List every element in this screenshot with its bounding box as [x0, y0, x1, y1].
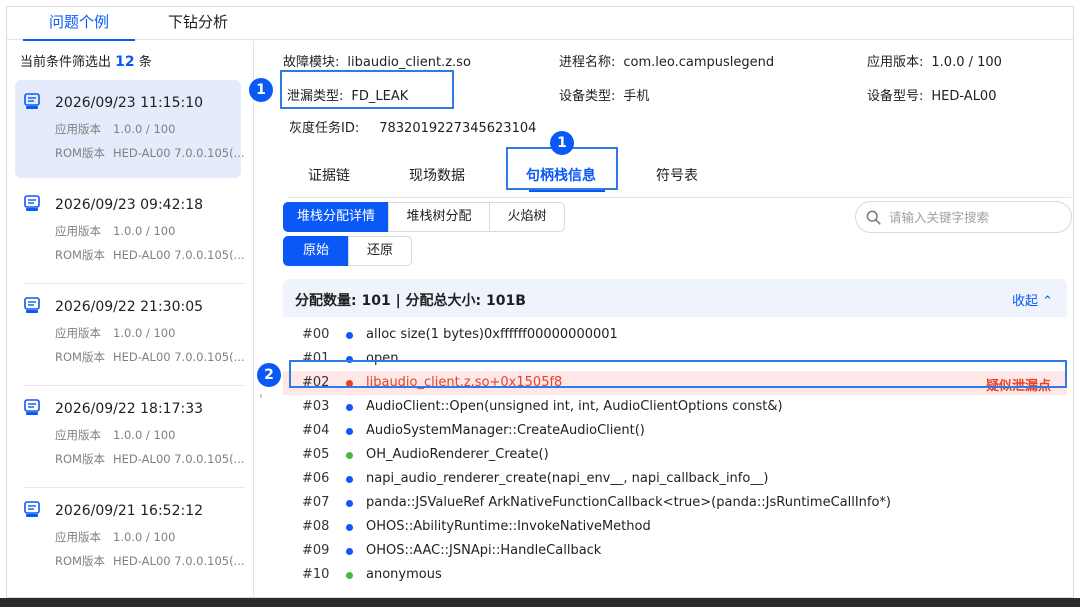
frame-dot-icon — [346, 524, 353, 531]
mode-original[interactable]: 原始 — [283, 236, 349, 266]
active-tab-underline — [529, 190, 605, 192]
filter-count: 12 — [115, 54, 135, 70]
frame-dot-icon — [346, 404, 353, 411]
item-rom-version: ROM版本 HED-AL00 7.0.0.105(... — [55, 452, 245, 466]
item-app-version: 应用版本 1.0.0 / 100 — [55, 122, 176, 136]
stack-frame-row[interactable]: #06 napi_audio_renderer_create(napi_env_… — [283, 467, 1067, 491]
fault-module: 故障模块: libaudio_client.z.so — [283, 55, 471, 70]
alloc-summary: 分配数量: 101 | 分配总大小: 101B — [295, 293, 526, 309]
filter-summary: 当前条件筛选出 12 条 — [20, 51, 152, 70]
stack-frame-row[interactable]: #00 alloc size(1 bytes)0xffffff000000000… — [283, 323, 1067, 347]
tab-issue-cases[interactable]: 问题个例 — [23, 7, 135, 41]
item-rom-version: ROM版本 HED-AL00 7.0.0.105(... — [55, 248, 245, 262]
stack-frame-row[interactable]: #08 OHOS::AbilityRuntime::InvokeNativeMe… — [283, 515, 1067, 539]
mode-restore[interactable]: 还原 — [348, 236, 412, 266]
item-date: 2026/09/21 16:52:12 — [55, 503, 204, 519]
top-tab-bar: 问题个例 下钻分析 — [7, 7, 1073, 41]
frame-dot-icon — [346, 428, 353, 435]
search-icon — [866, 210, 881, 225]
list-item[interactable]: 2026/09/22 21:30:05 应用版本 1.0.0 / 100 ROM版… — [15, 284, 245, 386]
item-date: 2026/09/22 21:30:05 — [55, 299, 204, 315]
section-tab-line — [287, 197, 1071, 198]
keyword-search[interactable] — [855, 201, 1072, 233]
stack-summary-header: 分配数量: 101 | 分配总大小: 101B 收起 ⌃ — [283, 279, 1067, 317]
list-item[interactable]: 2026/09/22 18:17:33 应用版本 1.0.0 / 100 ROM版… — [15, 386, 245, 488]
device-model: 设备型号: HED-AL00 — [867, 89, 997, 104]
callout-badge-1: 1 — [249, 78, 273, 102]
report-icon — [24, 399, 40, 415]
report-icon — [24, 501, 40, 517]
list-item[interactable]: 2026/09/23 09:42:18 应用版本 1.0.0 / 100 ROM版… — [15, 182, 245, 284]
frame-dot-icon — [346, 332, 353, 339]
item-app-version: 应用版本 1.0.0 / 100 — [55, 530, 176, 544]
filter-suffix: 条 — [138, 55, 152, 70]
subtab-stack-detail[interactable]: 堆栈分配详情 — [283, 202, 389, 232]
tab-handle-stack[interactable]: 句柄栈信息 — [526, 165, 596, 185]
suspect-row-highlight — [289, 360, 1067, 388]
frame-dot-icon — [346, 572, 353, 579]
process-name: 进程名称: com.leo.campuslegend — [559, 55, 775, 70]
subtab-flame-tree[interactable]: 火焰树 — [489, 202, 565, 232]
stack-frame-row[interactable]: #10 anonymous — [283, 563, 1067, 587]
stack-frame-row[interactable]: #07 panda::JSValueRef ArkNativeFunctionC… — [283, 491, 1067, 515]
stack-frame-row[interactable]: #03 AudioClient::Open(unsigned int, int,… — [283, 395, 1067, 419]
report-icon — [24, 297, 40, 313]
report-icon — [24, 195, 40, 211]
leak-type: 泄漏类型: FD_LEAK — [287, 89, 409, 104]
item-rom-version: ROM版本 HED-AL00 7.0.0.105(... — [55, 350, 245, 364]
list-item[interactable]: 2026/09/21 16:52:12 应用版本 1.0.0 / 100 ROM版… — [15, 488, 245, 586]
item-rom-version: ROM版本 HED-AL00 7.0.0.105(... — [55, 554, 245, 568]
item-app-version: 应用版本 1.0.0 / 100 — [55, 224, 176, 238]
collapse-button[interactable]: 收起 ⌃ — [1012, 290, 1053, 309]
callout-badge-2: 2 — [257, 363, 281, 387]
stack-panel: 分配数量: 101 | 分配总大小: 101B 收起 ⌃ #00 alloc s… — [283, 279, 1067, 589]
item-app-version: 应用版本 1.0.0 / 100 — [55, 428, 176, 442]
filter-prefix: 当前条件筛选出 — [20, 55, 112, 70]
frame-dot-icon — [346, 548, 353, 555]
item-date: 2026/09/23 09:42:18 — [55, 197, 204, 213]
frame-dot-icon — [346, 476, 353, 483]
panel-collapse-arrow-icon[interactable]: ‹ — [259, 391, 263, 402]
subtab-stack-tree[interactable]: 堆栈树分配 — [388, 202, 490, 232]
app-window: 问题个例 下钻分析 当前条件筛选出 12 条 2026/09/23 11:15:… — [6, 6, 1074, 598]
bottom-edge — [0, 598, 1080, 607]
stack-frame-row[interactable]: #09 OHOS::AAC::JSNApi::HandleCallback — [283, 539, 1067, 563]
issue-list-panel: 当前条件筛选出 12 条 2026/09/23 11:15:10 应用版本 1.0… — [7, 41, 254, 597]
frame-dot-icon — [346, 452, 353, 459]
stack-frame-row[interactable]: #04 AudioSystemManager::CreateAudioClien… — [283, 419, 1067, 443]
tab-symbol-table[interactable]: 符号表 — [656, 165, 698, 185]
stack-frame-row[interactable]: #05 OH_AudioRenderer_Create() — [283, 443, 1067, 467]
item-date: 2026/09/22 18:17:33 — [55, 401, 204, 417]
device-type: 设备类型: 手机 — [559, 89, 650, 104]
tab-scene-data[interactable]: 现场数据 — [409, 165, 465, 185]
callout-badge-1b: 1 — [550, 131, 574, 155]
search-input[interactable] — [889, 208, 1064, 226]
item-date: 2026/09/23 11:15:10 — [55, 95, 204, 111]
list-item[interactable]: 2026/09/23 11:15:10 应用版本 1.0.0 / 100 ROM版… — [15, 80, 245, 178]
frame-dot-icon — [346, 500, 353, 507]
item-rom-version: ROM版本 HED-AL00 7.0.0.105(... — [55, 146, 245, 160]
item-app-version: 应用版本 1.0.0 / 100 — [55, 326, 176, 340]
app-version: 应用版本: 1.0.0 / 100 — [867, 55, 1002, 70]
chevron-up-icon: ⌃ — [1042, 294, 1053, 309]
gray-task-id: 灰度任务ID: 7832019227345623104 — [289, 121, 537, 136]
report-icon — [24, 93, 40, 109]
tab-drill-analysis[interactable]: 下钻分析 — [143, 7, 253, 40]
tab-evidence-chain[interactable]: 证据链 — [308, 165, 350, 185]
